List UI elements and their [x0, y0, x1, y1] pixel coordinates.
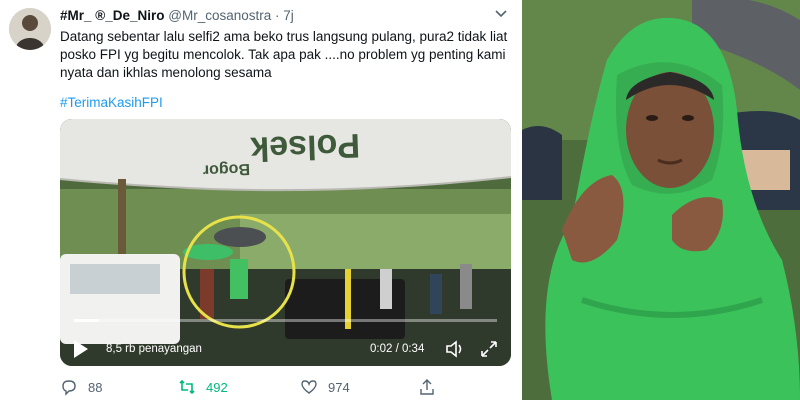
retweet-button[interactable]: 492 [178, 378, 228, 396]
chevron-down-icon[interactable] [494, 6, 508, 23]
video-player[interactable]: Polsek Bogor 8,5 rb penayangan 0:02 / 0:… [60, 119, 511, 366]
reply-icon [62, 380, 76, 396]
retweet-icon [179, 379, 195, 395]
photo-image [522, 0, 800, 400]
share-button[interactable] [418, 378, 436, 396]
view-count: 8,5 rb penayangan [106, 343, 202, 355]
reply-count: 88 [88, 379, 103, 395]
avatar[interactable] [9, 8, 51, 50]
tweet-card: #Mr_ ®_De_Niro @Mr_cosanostra · 7j Datan… [0, 0, 522, 400]
tweet-header: #Mr_ ®_De_Niro @Mr_cosanostra · 7j [60, 8, 294, 23]
video-progress-bar[interactable] [74, 319, 497, 322]
heart-icon [301, 380, 317, 394]
avatar-image [9, 8, 51, 50]
reply-button[interactable]: 88 [60, 378, 102, 396]
play-icon[interactable] [74, 340, 88, 358]
tweet-time[interactable]: · 7j [275, 8, 294, 23]
share-icon [420, 379, 434, 395]
raincoat-photo [522, 0, 800, 400]
banner-sub-text: Bogor [203, 160, 251, 179]
video-frame: Polsek Bogor [60, 119, 511, 366]
retweet-count: 492 [206, 379, 228, 395]
hashtag-link[interactable]: #TerimaKasihFPI [60, 95, 163, 110]
fullscreen-icon[interactable] [478, 338, 500, 363]
banner-text: Polsek [250, 126, 361, 168]
tweet-text: Datang sebentar lalu selfi2 ama beko tru… [60, 29, 508, 80]
like-count: 974 [328, 379, 350, 395]
tweet-actions: 88 492 974 [60, 378, 500, 398]
video-controls: 8,5 rb penayangan 0:02 / 0:34 [60, 334, 511, 366]
video-progress-fill [74, 319, 100, 322]
user-handle[interactable]: @Mr_cosanostra [168, 8, 271, 23]
like-button[interactable]: 974 [300, 378, 350, 396]
volume-icon[interactable] [444, 338, 466, 363]
video-timestamp: 0:02 / 0:34 [370, 343, 425, 355]
display-name[interactable]: #Mr_ ®_De_Niro [60, 8, 165, 23]
